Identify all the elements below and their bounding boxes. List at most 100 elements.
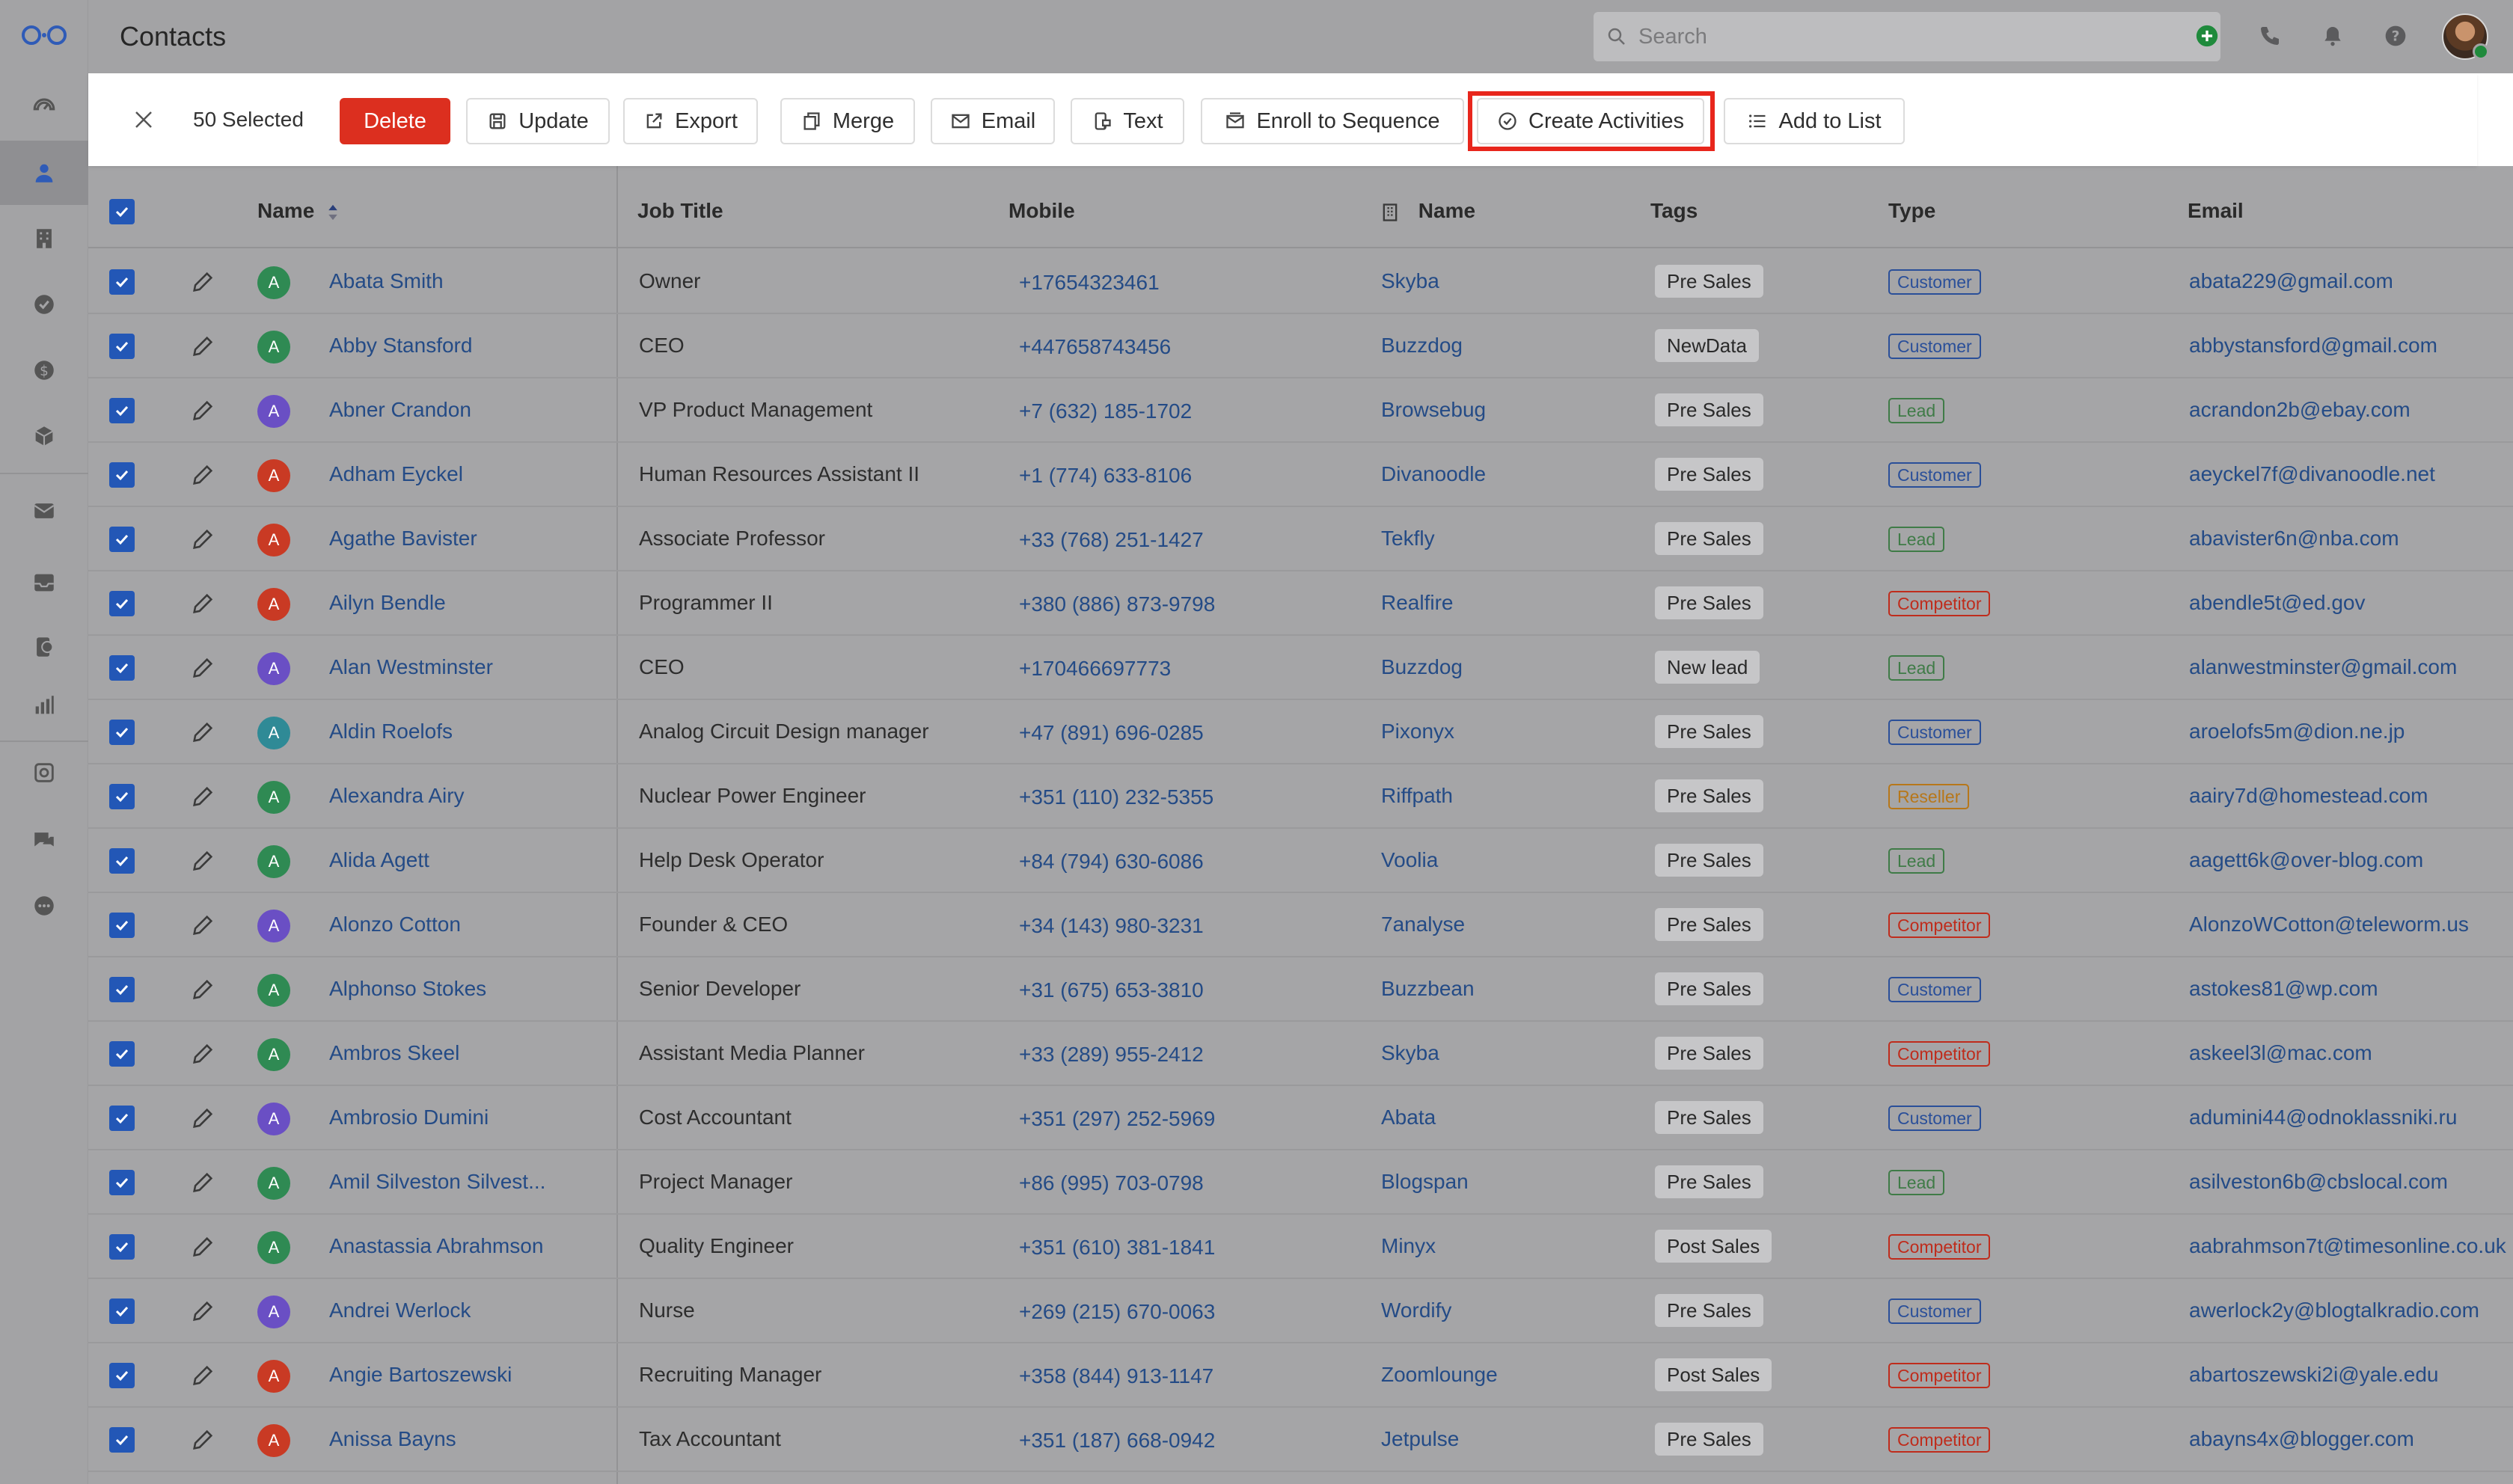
company-name-link[interactable]: Riffpath: [1381, 784, 1453, 808]
call-button[interactable]: [2255, 21, 2285, 51]
mobile-link[interactable]: +447658743456: [1019, 335, 1171, 359]
mobile-link[interactable]: +380 (886) 873-9798: [1019, 592, 1215, 616]
company-name-link[interactable]: Abata: [1381, 1106, 1436, 1129]
contact-name-link[interactable]: Alida Agett: [329, 848, 429, 872]
contact-name-link[interactable]: Alonzo Cotton: [329, 913, 461, 936]
contact-name-link[interactable]: Agathe Bavister: [329, 527, 477, 551]
sidebar-item-contacts[interactable]: [0, 141, 88, 205]
table-row[interactable]: A Anastassia Abrahmson Quality Engineer +35…: [88, 1215, 2513, 1279]
table-row[interactable]: A Angie Bartoszewski Recruiting Manager +35…: [88, 1343, 2513, 1408]
row-checkbox[interactable]: [109, 1363, 135, 1388]
contact-name-link[interactable]: Anastassia Abrahmson: [329, 1234, 543, 1258]
edit-icon[interactable]: [190, 1298, 215, 1324]
help-button[interactable]: ?: [2381, 21, 2411, 51]
row-checkbox[interactable]: [109, 398, 135, 423]
email-link[interactable]: aabrahmson7t@timesonline.co.uk: [2189, 1234, 2506, 1258]
table-row[interactable]: A Abner Crandon VP Product Management +7 (6…: [88, 378, 2513, 443]
email-link[interactable]: abbystansford@gmail.com: [2189, 334, 2437, 358]
email-link[interactable]: askeel3l@mac.com: [2189, 1041, 2372, 1065]
mobile-link[interactable]: +47 (891) 696-0285: [1019, 721, 1204, 745]
edit-icon[interactable]: [190, 720, 215, 745]
email-link[interactable]: adumini44@odnoklassniki.ru: [2189, 1106, 2457, 1129]
mobile-link[interactable]: +84 (794) 630-6086: [1019, 850, 1204, 874]
delete-button[interactable]: Delete: [340, 98, 450, 144]
merge-button[interactable]: Merge: [780, 98, 915, 144]
company-name-link[interactable]: Jetpulse: [1381, 1427, 1459, 1451]
clear-selection-button[interactable]: [129, 105, 159, 135]
company-name-link[interactable]: Tekfly: [1381, 527, 1435, 551]
column-header-mobile[interactable]: Mobile: [1008, 199, 1075, 223]
company-name-link[interactable]: Browsebug: [1381, 398, 1486, 422]
email-link[interactable]: alanwestminster@gmail.com: [2189, 655, 2457, 679]
edit-icon[interactable]: [190, 655, 215, 681]
email-link[interactable]: abartoszewski2i@yale.edu: [2189, 1363, 2438, 1387]
company-name-link[interactable]: Realfire: [1381, 591, 1453, 615]
email-link[interactable]: aroelofs5m@dion.ne.jp: [2189, 720, 2405, 743]
edit-icon[interactable]: [190, 591, 215, 616]
contact-name-link[interactable]: Angie Bartoszewski: [329, 1363, 512, 1387]
table-row[interactable]: A Anissa Bayns Tax Accountant +351 (187) 66…: [88, 1408, 2513, 1472]
mobile-link[interactable]: +358 (844) 913-1147: [1019, 1364, 1213, 1388]
row-checkbox[interactable]: [109, 848, 135, 874]
table-row[interactable]: A Aldin Roelofs Analog Circuit Design mana…: [88, 700, 2513, 764]
email-link[interactable]: aairy7d@homestead.com: [2189, 784, 2428, 808]
email-link[interactable]: awerlock2y@blogtalkradio.com: [2189, 1298, 2479, 1322]
row-checkbox[interactable]: [109, 977, 135, 1002]
sidebar-item-inbox[interactable]: [0, 551, 88, 615]
table-row[interactable]: A Andrei Werlock Nurse +269 (215) 670-0063 W…: [88, 1279, 2513, 1343]
contact-name-link[interactable]: Adham Eyckel: [329, 462, 463, 486]
app-logo-icon[interactable]: [19, 22, 69, 48]
contact-name-link[interactable]: Abby Stansford: [329, 334, 472, 358]
contact-name-link[interactable]: Amil Silveston Silvest...: [329, 1170, 545, 1194]
row-checkbox[interactable]: [109, 913, 135, 938]
edit-icon[interactable]: [190, 913, 215, 938]
row-checkbox[interactable]: [109, 269, 135, 295]
row-checkbox[interactable]: [109, 527, 135, 552]
row-checkbox[interactable]: [109, 720, 135, 745]
sidebar-item-more[interactable]: [0, 874, 88, 938]
column-header-name[interactable]: Name: [257, 199, 340, 223]
table-row[interactable]: A Agathe Bavister Associate Professor +33 (…: [88, 507, 2513, 571]
row-checkbox[interactable]: [109, 1427, 135, 1453]
company-name-link[interactable]: Blogspan: [1381, 1170, 1469, 1194]
mobile-link[interactable]: +351 (297) 252-5969: [1019, 1107, 1215, 1131]
sidebar-item-phone[interactable]: [0, 615, 88, 679]
edit-icon[interactable]: [190, 462, 215, 488]
row-checkbox[interactable]: [109, 1234, 135, 1260]
table-row[interactable]: A Abby Stansford CEO +447658743456 Buzzdog Ne…: [88, 314, 2513, 378]
row-checkbox[interactable]: [109, 1106, 135, 1131]
company-name-link[interactable]: 7analyse: [1381, 913, 1465, 936]
sidebar-item-mail[interactable]: [0, 479, 88, 543]
mobile-link[interactable]: +17654323461: [1019, 271, 1160, 295]
contact-name-link[interactable]: Alan Westminster: [329, 655, 493, 679]
mobile-link[interactable]: +33 (768) 251-1427: [1019, 528, 1204, 552]
table-row[interactable]: A Amil Silveston Silvest... Project Manage…: [88, 1150, 2513, 1215]
column-header-type[interactable]: Type: [1888, 199, 1935, 223]
company-name-link[interactable]: Skyba: [1381, 1041, 1439, 1065]
company-name-link[interactable]: Buzzdog: [1381, 655, 1463, 679]
contact-name-link[interactable]: Ailyn Bendle: [329, 591, 446, 615]
edit-icon[interactable]: [190, 527, 215, 552]
column-header-company-name[interactable]: Name: [1380, 199, 1475, 224]
row-checkbox[interactable]: [109, 655, 135, 681]
mobile-link[interactable]: +31 (675) 653-3810: [1019, 978, 1204, 1002]
email-link[interactable]: aeyckel7f@divanoodle.net: [2189, 462, 2435, 486]
row-checkbox[interactable]: [109, 1298, 135, 1324]
column-header-job-title[interactable]: Job Title: [637, 199, 723, 223]
email-link[interactable]: asilveston6b@cbslocal.com: [2189, 1170, 2448, 1194]
email-link[interactable]: abata229@gmail.com: [2189, 269, 2393, 293]
email-button[interactable]: Email: [931, 98, 1055, 144]
edit-icon[interactable]: [190, 1363, 215, 1388]
add-to-list-button[interactable]: Add to List: [1724, 98, 1905, 144]
sidebar-item-chat[interactable]: [0, 808, 88, 872]
mobile-link[interactable]: +351 (610) 381-1841: [1019, 1236, 1215, 1260]
update-button[interactable]: Update: [466, 98, 610, 144]
sidebar-item-products[interactable]: [0, 404, 88, 468]
contact-name-link[interactable]: Abner Crandon: [329, 398, 471, 422]
edit-icon[interactable]: [190, 784, 215, 809]
contact-name-link[interactable]: Andrei Werlock: [329, 1298, 471, 1322]
email-link[interactable]: aagett6k@over-blog.com: [2189, 848, 2423, 872]
text-button[interactable]: Text: [1071, 98, 1184, 144]
search-box[interactable]: [1594, 12, 2220, 61]
search-input[interactable]: [1638, 24, 2192, 49]
